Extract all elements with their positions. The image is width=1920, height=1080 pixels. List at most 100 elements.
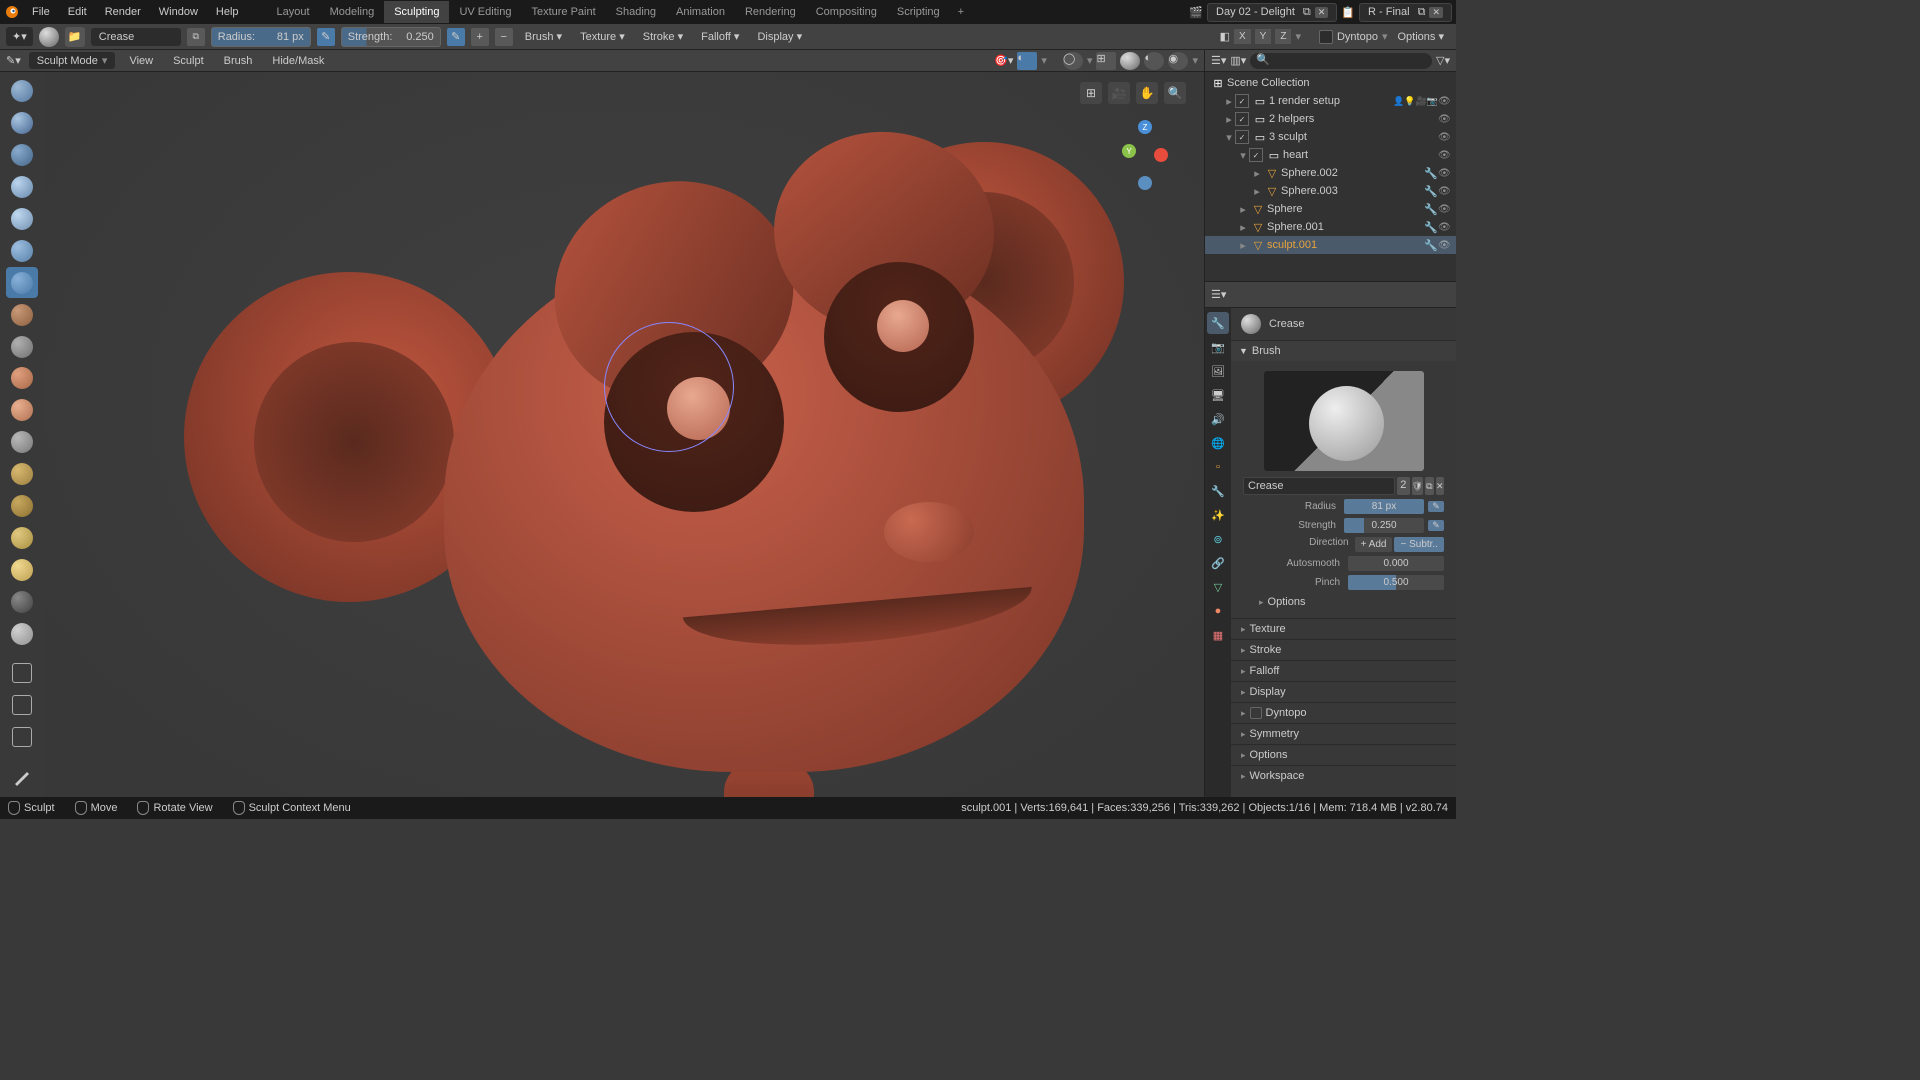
tree-item-sphere-001[interactable]: ▸▽Sphere.001🔧👁: [1205, 218, 1456, 236]
tab-output[interactable]: 🖼: [1207, 360, 1229, 382]
tree-item-sculpt-001[interactable]: ▸▽sculpt.001🔧👁: [1205, 236, 1456, 254]
tab-viewlayer[interactable]: 🖥: [1207, 384, 1229, 406]
radius-pressure-icon[interactable]: ✎: [317, 28, 335, 46]
cursor-tool-icon[interactable]: ✎▾: [6, 54, 21, 67]
menu-window[interactable]: Window: [151, 2, 206, 22]
tab-modifier[interactable]: 🔧: [1207, 480, 1229, 502]
brush-preview-thumbnail[interactable]: [1264, 371, 1424, 471]
workspace-tab-rendering[interactable]: Rendering: [735, 1, 806, 23]
brush-thumbnail-icon[interactable]: [39, 27, 59, 47]
sculpt-tool-17[interactable]: [6, 618, 38, 649]
prop-radius-pressure-icon[interactable]: ✎: [1428, 501, 1444, 512]
brush-options-subpanel[interactable]: ▸Options: [1239, 592, 1448, 612]
gizmo-x-axis[interactable]: [1154, 148, 1168, 162]
direction-add-button[interactable]: + Add: [1355, 537, 1393, 552]
sculpt-tool-15[interactable]: [6, 554, 38, 585]
gizmo-neg-axis[interactable]: [1138, 176, 1152, 190]
brush-users-count[interactable]: 2: [1397, 477, 1410, 495]
editor-type-dropdown[interactable]: ✦▾: [6, 27, 33, 46]
menu-help[interactable]: Help: [208, 2, 247, 22]
shading-solid[interactable]: ●: [1120, 52, 1140, 70]
tree-item-1-render-setup[interactable]: ▸▭1 render setup👤💡🎥📷👁: [1205, 92, 1456, 110]
prop-strength-pressure-icon[interactable]: ✎: [1428, 520, 1444, 531]
sculpt-tool-10[interactable]: [6, 395, 38, 426]
overlays-toggle[interactable]: ◐: [1017, 52, 1037, 70]
viewlayer-close-icon[interactable]: ✕: [1429, 7, 1443, 18]
box-select-icon[interactable]: [6, 658, 38, 689]
menu-render[interactable]: Render: [97, 2, 149, 22]
pan-icon[interactable]: ✋: [1136, 82, 1158, 104]
tree-item-2-helpers[interactable]: ▸▭2 helpers👁: [1205, 110, 1456, 128]
stroke-menu[interactable]: Stroke ▾: [637, 27, 689, 46]
sculpt-tool-16[interactable]: [6, 586, 38, 617]
workspace-tab-texture-paint[interactable]: Texture Paint: [521, 1, 605, 23]
panel-workspace[interactable]: ▸Workspace: [1231, 765, 1456, 786]
tab-constraint[interactable]: 🔗: [1207, 552, 1229, 574]
workspace-tab-layout[interactable]: Layout: [267, 1, 320, 23]
tab-world[interactable]: 🌐: [1207, 432, 1229, 454]
annotate-tool[interactable]: [6, 761, 38, 792]
panel-display[interactable]: ▸Display: [1231, 681, 1456, 702]
brush-browse-icon[interactable]: 📁: [65, 27, 85, 47]
sculpt-tool-0[interactable]: [6, 76, 38, 107]
strength-slider[interactable]: Strength: 0.250: [341, 27, 441, 47]
panel-symmetry[interactable]: ▸Symmetry: [1231, 723, 1456, 744]
tree-item-3-sculpt[interactable]: ▾▭3 sculpt👁: [1205, 128, 1456, 146]
add-workspace-button[interactable]: +: [950, 1, 972, 23]
sculpt-tool-6[interactable]: [6, 267, 38, 298]
menu-file[interactable]: File: [24, 2, 58, 22]
shading-wireframe[interactable]: ⊞: [1096, 52, 1116, 70]
hidemask-menu[interactable]: Hide/Mask: [266, 53, 330, 69]
scene-copy-icon[interactable]: ⧉: [1303, 6, 1311, 19]
props-type-icon[interactable]: ☰▾: [1211, 288, 1226, 301]
tab-active-tool[interactable]: 🔧: [1207, 312, 1229, 334]
panel-dyntopo[interactable]: ▸Dyntopo: [1231, 702, 1456, 723]
line-icon[interactable]: [6, 722, 38, 753]
menu-edit[interactable]: Edit: [60, 2, 95, 22]
viewlayer-selector[interactable]: R - Final ⧉ ✕: [1359, 3, 1452, 22]
sculpt-tool-5[interactable]: [6, 235, 38, 266]
viewlayer-copy-icon[interactable]: ⧉: [1418, 6, 1426, 19]
brush-name-input[interactable]: [1243, 477, 1395, 495]
tab-mesh[interactable]: ▽: [1207, 576, 1229, 598]
perspective-icon[interactable]: 🎥: [1108, 82, 1130, 104]
falloff-menu[interactable]: Falloff ▾: [695, 27, 745, 46]
workspace-tab-sculpting[interactable]: Sculpting: [384, 1, 449, 23]
camera-view-icon[interactable]: ⊞: [1080, 82, 1102, 104]
brush-menu[interactable]: Brush ▾: [519, 27, 568, 46]
sculpt-tool-7[interactable]: [6, 299, 38, 330]
sculpt-tool-12[interactable]: [6, 459, 38, 490]
tab-particle[interactable]: ✨: [1207, 504, 1229, 526]
sculpt-tool-1[interactable]: [6, 108, 38, 139]
workspace-tab-uv-editing[interactable]: UV Editing: [449, 1, 521, 23]
tab-scene[interactable]: 🔊: [1207, 408, 1229, 430]
tree-item-sphere-003[interactable]: ▸▽Sphere.003🔧👁: [1205, 182, 1456, 200]
xray-toggle[interactable]: ◯: [1063, 52, 1083, 70]
gizmo-dropdown-icon[interactable]: 🎯▾: [994, 54, 1013, 67]
tree-item-heart[interactable]: ▾▭heart👁: [1205, 146, 1456, 164]
sculpt-menu[interactable]: Sculpt: [167, 53, 210, 69]
tab-render[interactable]: 📷: [1207, 336, 1229, 358]
brush-panel-header[interactable]: ▼Brush: [1231, 341, 1456, 361]
panel-stroke[interactable]: ▸Stroke: [1231, 639, 1456, 660]
direction-add-icon[interactable]: +: [471, 28, 489, 46]
tree-item-sphere[interactable]: ▸▽Sphere🔧👁: [1205, 200, 1456, 218]
mode-selector[interactable]: Sculpt Mode ▾: [29, 52, 116, 69]
symmetry-x-button[interactable]: X: [1234, 29, 1251, 44]
sculpt-tool-4[interactable]: [6, 204, 38, 235]
prop-radius-value[interactable]: 81 px: [1344, 499, 1424, 514]
workspace-tab-compositing[interactable]: Compositing: [806, 1, 887, 23]
tab-material[interactable]: ●: [1207, 600, 1229, 622]
sculpt-tool-14[interactable]: [6, 522, 38, 553]
sculpt-tool-8[interactable]: [6, 331, 38, 362]
brush-name-field[interactable]: Crease: [91, 28, 181, 46]
outliner-type-icon[interactable]: ☰▾: [1211, 54, 1226, 67]
new-brush-icon[interactable]: ⧉: [1425, 477, 1433, 495]
gizmo-z-axis[interactable]: Z: [1138, 120, 1152, 134]
scene-selector[interactable]: Day 02 - Delight ⧉ ✕: [1207, 3, 1337, 22]
workspace-tab-animation[interactable]: Animation: [666, 1, 735, 23]
navigation-gizmo[interactable]: Z Y: [1110, 120, 1180, 190]
direction-subtract-button[interactable]: − Subtr..: [1394, 537, 1444, 552]
prop-pinch-value[interactable]: 0.500: [1348, 575, 1444, 590]
prop-strength-value[interactable]: 0.250: [1344, 518, 1424, 533]
